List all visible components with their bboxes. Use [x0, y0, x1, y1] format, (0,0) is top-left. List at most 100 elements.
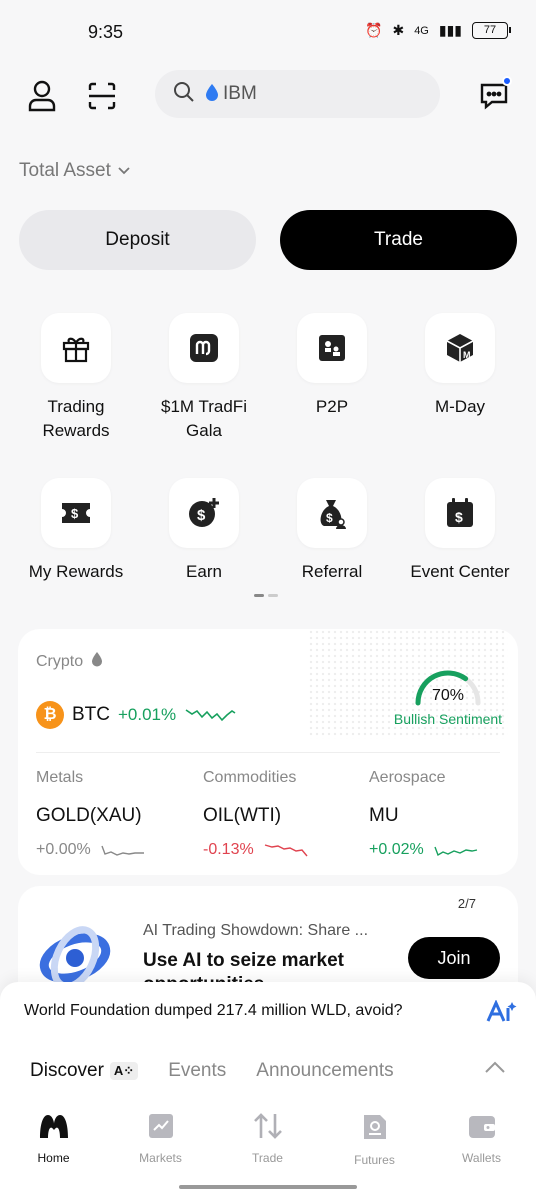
nav-label: Trade: [252, 1151, 283, 1165]
quick-action-tradfi-gala[interactable]: $1M TradFi Gala: [149, 313, 259, 443]
market-change: -0.13%: [203, 841, 254, 858]
btc-change: +0.01%: [118, 705, 177, 724]
home-m-icon: [39, 1115, 68, 1138]
market-change: +0.02%: [369, 841, 424, 858]
status-time: 9:35: [88, 22, 124, 42]
network-label: 4G: [414, 24, 429, 37]
quick-action-my-rewards[interactable]: $ My Rewards: [21, 478, 131, 584]
chevron-down-icon: [117, 160, 131, 182]
nav-label: Futures: [354, 1153, 395, 1167]
crypto-tag: Crypto: [36, 651, 103, 672]
search-placeholder: IBM: [223, 83, 257, 104]
tab-announcements[interactable]: Announcements: [256, 1060, 393, 1082]
nav-label: Wallets: [462, 1151, 501, 1165]
btc-symbol: BTC: [72, 704, 110, 725]
crypto-label: Crypto: [36, 652, 84, 670]
promo-subtitle: AI Trading Showdown: Share ...: [143, 922, 369, 939]
messages-icon[interactable]: [476, 76, 512, 114]
alarm-icon: ⏰: [365, 22, 383, 38]
gift-icon: [41, 313, 111, 383]
scan-icon[interactable]: [84, 78, 120, 114]
trade-button[interactable]: Trade: [280, 210, 517, 270]
chevron-up-icon[interactable]: [484, 1060, 506, 1079]
profile-icon[interactable]: [24, 78, 60, 114]
notification-dot: [502, 76, 512, 86]
nav-markets[interactable]: Markets: [107, 1112, 214, 1172]
quick-actions-pager: [254, 594, 278, 597]
quick-action-label: M-Day: [434, 397, 486, 416]
market-column-aerospace[interactable]: Aerospace MU +0.02%: [369, 769, 518, 859]
bluetooth-icon: ✱: [392, 22, 405, 38]
quick-action-label: P2P: [315, 397, 349, 416]
market-sparkline: [264, 844, 308, 857]
sentiment-value: 70%: [431, 687, 465, 704]
svg-text:$: $: [455, 509, 463, 525]
quick-action-earn[interactable]: $ Earn: [149, 478, 259, 584]
nav-wallets[interactable]: Wallets: [428, 1112, 535, 1172]
nav-label: Markets: [139, 1151, 182, 1165]
market-overview-card[interactable]: Crypto ₿ BTC +0.01% 70% Bullish Sentimen…: [18, 629, 518, 875]
promo-banner[interactable]: 2/7 AI Trading Showdown: Share ... Use A…: [18, 886, 518, 996]
ai-sparkle-icon[interactable]: [486, 999, 518, 1029]
status-icons: ⏰ ✱ 4G ▮▮▮ 77: [365, 22, 511, 39]
status-bar: 9:35 ⏰ ✱ 4G ▮▮▮ 77: [0, 0, 536, 62]
search-bar[interactable]: IBM: [155, 70, 440, 118]
m-logo-icon: [169, 313, 239, 383]
total-asset-toggle[interactable]: Total Asset: [19, 160, 131, 182]
svg-text:M: M: [463, 350, 471, 360]
markets-icon: [148, 1114, 173, 1138]
btc-ticker[interactable]: ₿ BTC +0.01%: [36, 701, 236, 729]
trade-arrows-icon: [253, 1113, 282, 1139]
tab-events[interactable]: Events: [168, 1060, 226, 1082]
tab-label: Discover: [30, 1060, 104, 1081]
market-column-commodities[interactable]: Commodities OIL(WTI) -0.13%: [203, 769, 363, 859]
market-symbol: OIL(WTI): [203, 805, 282, 826]
svg-text:$: $: [326, 511, 333, 525]
quick-action-trading-rewards[interactable]: Trading Rewards: [21, 313, 131, 443]
search-icon: [173, 81, 195, 108]
futures-icon: [363, 1115, 386, 1139]
news-headline[interactable]: World Foundation dumped 217.4 million WL…: [24, 1002, 403, 1020]
top-bar: IBM: [0, 68, 536, 124]
quick-action-label: Referral: [301, 562, 363, 581]
market-change: +0.00%: [36, 841, 91, 858]
discover-tabs: Discover A⁘ Events Announcements: [30, 1060, 394, 1082]
hot-drop-icon: [205, 83, 219, 106]
signal-icon: ▮▮▮: [438, 22, 462, 38]
btc-sparkline: [184, 702, 236, 729]
quick-action-label: Trading Rewards: [42, 397, 110, 440]
quick-action-referral[interactable]: $ Referral: [277, 478, 387, 584]
wallet-icon: [468, 1116, 495, 1138]
quick-action-label: My Rewards: [28, 562, 124, 581]
market-sparkline: [434, 846, 477, 857]
card-divider: [36, 752, 500, 753]
pager-dot: [268, 594, 278, 597]
total-asset-label: Total Asset: [19, 160, 111, 181]
pager-dot-active: [254, 594, 264, 597]
nav-futures[interactable]: Futures: [321, 1112, 428, 1172]
quick-action-p2p[interactable]: P2P: [277, 313, 387, 419]
flame-icon: [91, 651, 103, 672]
join-button[interactable]: Join: [408, 937, 500, 979]
tab-discover[interactable]: Discover A⁘: [30, 1060, 139, 1082]
deposit-button[interactable]: Deposit: [19, 210, 256, 270]
svg-text:$: $: [71, 506, 79, 521]
bottom-navigation: Home Markets Trade Futures Wallets: [0, 1112, 536, 1172]
nav-home[interactable]: Home: [0, 1112, 107, 1172]
quick-action-m-day[interactable]: M M-Day: [405, 313, 515, 419]
market-column-metals[interactable]: Metals GOLD(XAU) +0.00%: [36, 769, 196, 859]
p2p-icon: [297, 313, 367, 383]
bitcoin-icon: ₿: [36, 701, 64, 729]
quick-action-event-center[interactable]: $ Event Center: [405, 478, 515, 584]
market-sparkline: [101, 845, 144, 856]
calendar-icon: $: [425, 478, 495, 548]
promo-counter: 2/7: [457, 896, 476, 911]
box-icon: M: [425, 313, 495, 383]
sentiment-gauge: 70% Bullish Sentiment: [388, 669, 508, 727]
ticket-icon: $: [41, 478, 111, 548]
market-category: Aerospace: [369, 769, 446, 786]
nav-trade[interactable]: Trade: [214, 1112, 321, 1172]
ai-badge-icon: A⁘: [109, 1062, 139, 1080]
market-category: Commodities: [203, 769, 297, 786]
quick-action-label: Earn: [186, 562, 222, 581]
